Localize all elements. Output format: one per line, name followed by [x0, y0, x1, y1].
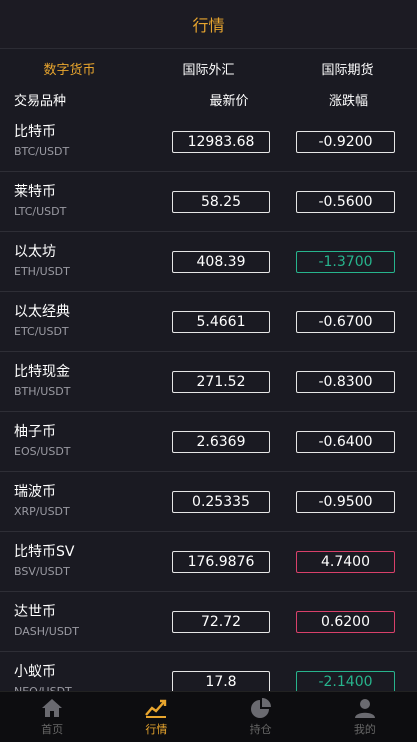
market-row[interactable]: 柚子币 EOS/USDT 2.6369 -0.6400 [0, 412, 417, 472]
symbol-name: 达世币 [14, 604, 56, 620]
symbol-info: 莱特币 LTC/USDT [14, 183, 172, 220]
app-header: 行情 [0, 0, 417, 49]
pie-icon [250, 698, 271, 718]
change-badge: -0.6700 [296, 310, 395, 333]
nav-home-label: 首页 [41, 723, 64, 736]
market-row[interactable]: 小蚁币 NEO/USDT 17.8 -2.1400 [0, 652, 417, 692]
symbol-info: 以太坊 ETH/USDT [14, 243, 172, 280]
change-badge: -0.6400 [296, 430, 395, 453]
symbol-pair: DASH/USDT [14, 625, 79, 638]
nav-market-label: 行情 [145, 723, 168, 736]
symbol-name: 瑞波币 [14, 484, 56, 500]
tab-forex[interactable]: 国际外汇 [139, 59, 278, 78]
symbol-info: 以太经典 ETC/USDT [14, 303, 172, 340]
change-badge: 4.7400 [296, 550, 395, 573]
symbol-name: 以太经典 [14, 304, 70, 320]
latest-price: 58.25 [172, 190, 270, 213]
home-icon [42, 699, 63, 717]
market-row[interactable]: 莱特币 LTC/USDT 58.25 -0.5600 [0, 172, 417, 232]
symbol-name: 莱特币 [14, 184, 56, 200]
nav-positions-label: 持仓 [249, 723, 272, 736]
change-badge: 0.6200 [296, 610, 395, 633]
latest-price: 176.9876 [172, 550, 270, 573]
nav-market[interactable]: 行情 [104, 692, 208, 742]
market-row[interactable]: 以太经典 ETC/USDT 5.4661 -0.6700 [0, 292, 417, 352]
nav-profile[interactable]: 我的 [313, 692, 417, 742]
change-badge: -0.9200 [296, 130, 395, 153]
latest-price: 17.8 [172, 670, 270, 692]
symbol-info: 柚子币 EOS/USDT [14, 423, 172, 460]
nav-positions[interactable]: 持仓 [209, 692, 313, 742]
user-icon [354, 699, 375, 718]
symbol-info: 比特币 BTC/USDT [14, 123, 172, 160]
tab-digital-currency[interactable]: 数字货币 [0, 59, 139, 78]
symbol-info: 比特币SV BSV/USDT [14, 543, 172, 580]
symbol-name: 比特现金 [14, 364, 70, 380]
column-change: 涨跌幅 [328, 93, 368, 109]
symbol-name: 比特币 [14, 124, 56, 140]
market-tabs: 数字货币 国际外汇 国际期货 [0, 49, 417, 87]
chart-icon [145, 699, 167, 718]
symbol-info: 小蚁币 NEO/USDT [14, 663, 172, 692]
nav-home[interactable]: 首页 [0, 692, 104, 742]
change-badge: -1.3700 [296, 250, 395, 273]
column-header: 交易品种 最新价 涨跌幅 [0, 87, 417, 111]
change-badge: -0.5600 [296, 190, 395, 213]
symbol-name: 比特币SV [14, 544, 75, 560]
market-row[interactable]: 比特现金 BTH/USDT 271.52 -0.8300 [0, 352, 417, 412]
change-badge: -2.1400 [296, 670, 395, 692]
latest-price: 72.72 [172, 610, 270, 633]
column-price: 最新价 [209, 93, 249, 109]
latest-price: 271.52 [172, 370, 270, 393]
symbol-name: 小蚁币 [14, 664, 56, 680]
symbol-pair: ETH/USDT [14, 265, 70, 278]
market-row[interactable]: 达世币 DASH/USDT 72.72 0.6200 [0, 592, 417, 652]
change-badge: -0.9500 [296, 490, 395, 513]
latest-price: 2.6369 [172, 430, 270, 453]
symbol-pair: BTH/USDT [14, 385, 71, 398]
latest-price: 5.4661 [172, 310, 270, 333]
market-row[interactable]: 瑞波币 XRP/USDT 0.25335 -0.9500 [0, 472, 417, 532]
symbol-pair: BSV/USDT [14, 565, 70, 578]
symbol-pair: LTC/USDT [14, 205, 67, 218]
bottom-nav: 首页 行情 持仓 我的 [0, 691, 417, 742]
latest-price: 12983.68 [172, 130, 270, 153]
market-row[interactable]: 以太坊 ETH/USDT 408.39 -1.3700 [0, 232, 417, 292]
latest-price: 0.25335 [172, 490, 270, 513]
symbol-info: 瑞波币 XRP/USDT [14, 483, 172, 520]
market-list: 比特币 BTC/USDT 12983.68 -0.9200 莱特币 LTC/USDT 58.… [0, 112, 417, 692]
symbol-pair: EOS/USDT [14, 445, 71, 458]
symbol-pair: ETC/USDT [14, 325, 69, 338]
market-row[interactable]: 比特币SV BSV/USDT 176.9876 4.7400 [0, 532, 417, 592]
change-badge: -0.8300 [296, 370, 395, 393]
latest-price: 408.39 [172, 250, 270, 273]
symbol-pair: BTC/USDT [14, 145, 70, 158]
market-row[interactable]: 比特币 BTC/USDT 12983.68 -0.9200 [0, 112, 417, 172]
symbol-pair: XRP/USDT [14, 505, 70, 518]
symbol-name: 柚子币 [14, 424, 56, 440]
column-name: 交易品种 [14, 93, 67, 109]
symbol-info: 比特现金 BTH/USDT [14, 363, 172, 400]
symbol-info: 达世币 DASH/USDT [14, 603, 172, 640]
tab-futures[interactable]: 国际期货 [278, 59, 417, 78]
symbol-name: 以太坊 [14, 244, 56, 260]
page-title: 行情 [192, 16, 225, 35]
nav-profile-label: 我的 [353, 723, 376, 736]
